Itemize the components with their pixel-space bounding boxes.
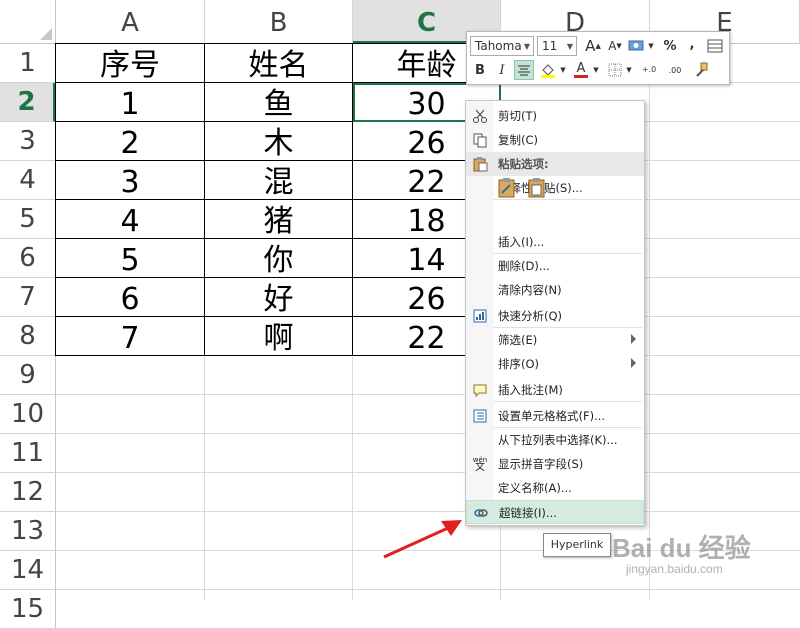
annotation-arrow <box>383 520 462 559</box>
